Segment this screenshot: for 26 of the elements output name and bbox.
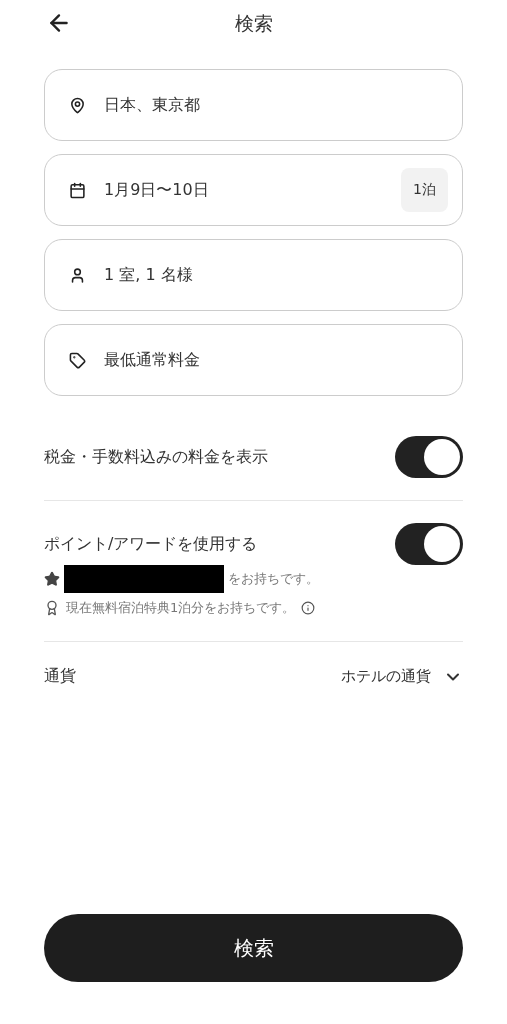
toggle-label: 税金・手数料込みの料金を表示 xyxy=(44,446,268,468)
currency-dropdown[interactable]: ホテルの通貨 xyxy=(341,666,463,687)
search-button[interactable]: 検索 xyxy=(44,914,463,982)
search-field[interactable]: 1 室, 1 名様 xyxy=(44,239,463,311)
field-value: 1月9日〜10日 xyxy=(104,179,210,201)
tag-icon xyxy=(69,351,86,369)
calendar-icon xyxy=(69,181,86,199)
field-value: 日本、東京都 xyxy=(104,94,201,116)
person-icon xyxy=(69,266,86,284)
toggle-label: ポイント/アワードを使用する xyxy=(44,533,258,555)
field-value: 最低通常料金 xyxy=(104,349,201,371)
info-icon[interactable] xyxy=(301,601,316,615)
map-pin-icon xyxy=(69,96,86,114)
points-note: をお持ちです。 xyxy=(228,570,319,588)
award-icon xyxy=(44,600,60,616)
currency-label: 通貨 xyxy=(44,666,76,687)
search-field[interactable]: 1月9日〜10日 1泊 xyxy=(44,154,463,226)
search-field[interactable]: 日本、東京都 xyxy=(44,69,463,141)
field-value: 1 室, 1 名様 xyxy=(104,264,194,286)
toggle-switch[interactable] xyxy=(395,436,463,478)
nights-badge: 1泊 xyxy=(401,168,448,212)
toggle-switch[interactable] xyxy=(395,523,463,565)
award-note: 現在無料宿泊特典1泊分をお持ちです。 xyxy=(66,599,296,617)
star-icon xyxy=(44,571,60,587)
page-title: 検索 xyxy=(234,11,273,36)
search-field[interactable]: 最低通常料金 xyxy=(44,324,463,396)
